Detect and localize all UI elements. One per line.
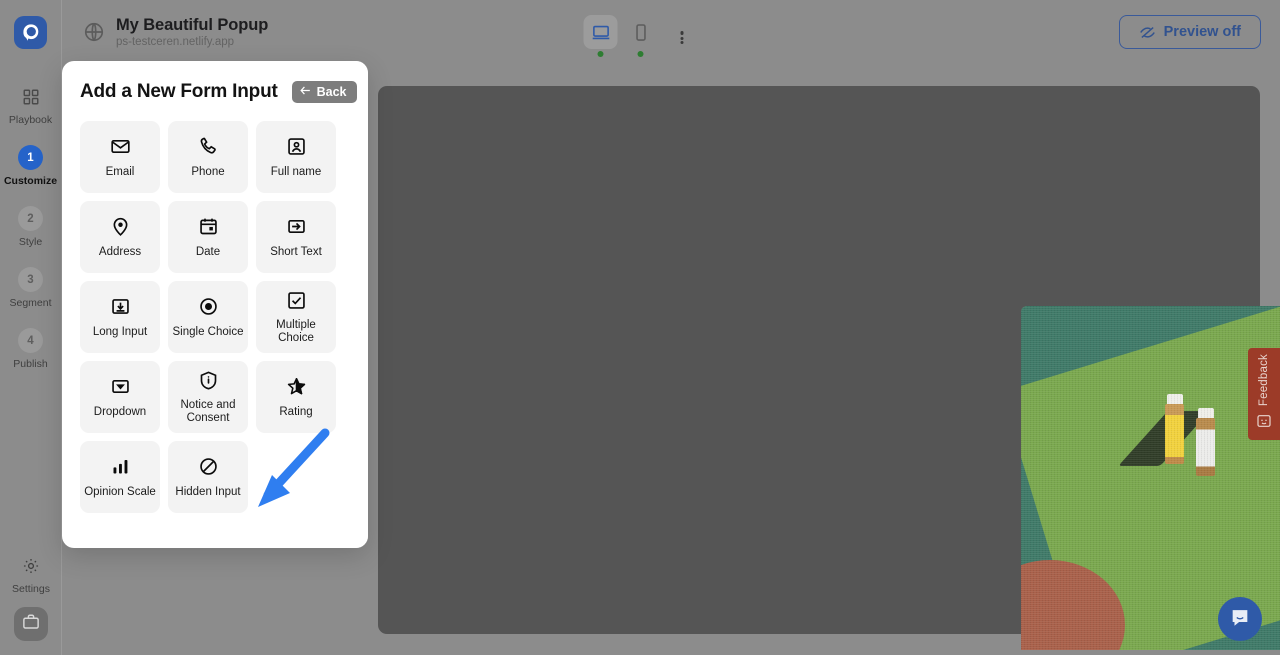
sidebar-step-badge: 2 bbox=[18, 206, 43, 231]
user-card-icon bbox=[286, 136, 307, 158]
card-label: Phone bbox=[191, 166, 224, 179]
form-input-hidden-input[interactable]: Hidden Input bbox=[168, 441, 248, 513]
form-input-long-input[interactable]: Long Input bbox=[80, 281, 160, 353]
add-form-input-modal: Add a New Form Input Back Email bbox=[62, 61, 368, 548]
checkbox-checked-icon bbox=[286, 289, 307, 311]
bar-chart-icon bbox=[110, 456, 131, 478]
phone-icon bbox=[198, 136, 219, 158]
site-url: ps-testceren.netlify.app bbox=[116, 36, 268, 48]
card-label: Full name bbox=[271, 166, 322, 179]
feedback-tab[interactable]: Feedback bbox=[1248, 348, 1280, 440]
device-mobile-button[interactable] bbox=[624, 15, 658, 49]
envelope-icon bbox=[110, 136, 131, 158]
shield-info-icon bbox=[198, 369, 219, 391]
top-bar: My Beautiful Popup ps-testceren.netlify.… bbox=[0, 0, 1280, 64]
sidebar-item-publish[interactable]: 4 Publish bbox=[0, 328, 62, 370]
card-label: Opinion Scale bbox=[84, 486, 156, 499]
sidebar-item-label: Playbook bbox=[9, 114, 52, 126]
card-label: Address bbox=[99, 246, 141, 259]
preview-toggle-button[interactable]: Preview off bbox=[1119, 15, 1261, 49]
workspace-button[interactable] bbox=[14, 607, 48, 641]
back-button[interactable]: Back bbox=[292, 81, 357, 103]
card-label: Long Input bbox=[93, 326, 147, 339]
form-input-opinion-scale[interactable]: Opinion Scale bbox=[80, 441, 160, 513]
sidebar-footer: Settings bbox=[0, 553, 62, 641]
sidebar-item-label: Settings bbox=[12, 583, 50, 595]
grid-playbook-icon bbox=[18, 84, 43, 109]
popupsmart-logo-icon bbox=[14, 16, 47, 49]
form-input-grid: Email Phone Full name bbox=[62, 103, 368, 513]
form-input-full-name[interactable]: Full name bbox=[256, 121, 336, 193]
slash-circle-icon bbox=[198, 456, 219, 478]
form-input-short-text[interactable]: Short Text bbox=[256, 201, 336, 273]
sidebar-item-customize[interactable]: 1 Customize bbox=[0, 145, 62, 187]
briefcase-icon bbox=[22, 613, 40, 636]
modal-header: Add a New Form Input Back bbox=[62, 61, 368, 103]
app-root: My Beautiful Popup ps-testceren.netlify.… bbox=[0, 0, 1280, 655]
device-desktop-button[interactable] bbox=[584, 15, 618, 49]
arrow-left-icon bbox=[299, 84, 312, 100]
eye-off-icon bbox=[1139, 24, 1156, 41]
form-input-dropdown[interactable]: Dropdown bbox=[80, 361, 160, 433]
sidebar-step-badge: 3 bbox=[18, 267, 43, 292]
more-vertical-icon[interactable] bbox=[667, 15, 697, 49]
form-input-address[interactable]: Address bbox=[80, 201, 160, 273]
device-preview-toggle bbox=[584, 15, 697, 49]
desktop-status-dot bbox=[598, 51, 604, 57]
globe-icon bbox=[83, 21, 105, 43]
card-label: Short Text bbox=[270, 246, 322, 259]
card-label: Date bbox=[196, 246, 220, 259]
gear-icon bbox=[19, 553, 44, 578]
arrow-into-box-icon bbox=[286, 216, 307, 238]
card-label: Hidden Input bbox=[175, 486, 240, 499]
sidebar-item-playbook[interactable]: Playbook bbox=[0, 84, 62, 126]
sidebar-item-segment[interactable]: 3 Segment bbox=[0, 267, 62, 309]
site-info: My Beautiful Popup ps-testceren.netlify.… bbox=[83, 16, 268, 48]
smiley-face-icon bbox=[1256, 413, 1272, 434]
card-label: Multiple Choice bbox=[260, 319, 332, 345]
card-label: Dropdown bbox=[94, 406, 146, 419]
card-label: Single Choice bbox=[173, 326, 244, 339]
map-pin-icon bbox=[110, 216, 131, 238]
app-logo[interactable] bbox=[0, 0, 62, 64]
page-title: My Beautiful Popup bbox=[116, 16, 268, 35]
sidebar-item-label: Publish bbox=[13, 358, 47, 370]
form-input-phone[interactable]: Phone bbox=[168, 121, 248, 193]
sidebar-item-settings[interactable]: Settings bbox=[0, 553, 62, 595]
left-sidebar: Playbook 1 Customize 2 Style 3 Segment 4… bbox=[0, 64, 62, 655]
form-input-single-choice[interactable]: Single Choice bbox=[168, 281, 248, 353]
form-input-rating[interactable]: Rating bbox=[256, 361, 336, 433]
sidebar-item-label: Style bbox=[19, 236, 42, 248]
form-input-notice-consent[interactable]: Notice and Consent bbox=[168, 361, 248, 433]
calendar-icon bbox=[198, 216, 219, 238]
back-label: Back bbox=[317, 85, 347, 99]
card-label: Email bbox=[106, 166, 135, 179]
mobile-status-dot bbox=[638, 51, 644, 57]
radio-filled-icon bbox=[198, 296, 219, 318]
sidebar-item-label: Customize bbox=[4, 175, 57, 187]
sidebar-item-style[interactable]: 2 Style bbox=[0, 206, 62, 248]
form-input-date[interactable]: Date bbox=[168, 201, 248, 273]
form-input-multiple-choice[interactable]: Multiple Choice bbox=[256, 281, 336, 353]
dropdown-box-icon bbox=[110, 376, 131, 398]
card-label: Notice and Consent bbox=[172, 399, 244, 425]
star-half-icon bbox=[286, 376, 307, 398]
preview-frame: Just Curious... Which type of juice do y… bbox=[378, 86, 1260, 634]
chat-widget-button[interactable] bbox=[1218, 597, 1262, 641]
modal-title: Add a New Form Input bbox=[80, 81, 278, 103]
preview-label: Preview off bbox=[1164, 24, 1241, 40]
sidebar-item-label: Segment bbox=[9, 297, 51, 309]
chat-bubble-icon bbox=[1229, 606, 1251, 633]
feedback-label: Feedback bbox=[1258, 354, 1270, 406]
form-input-email[interactable]: Email bbox=[80, 121, 160, 193]
download-box-icon bbox=[110, 296, 131, 318]
card-label: Rating bbox=[279, 406, 312, 419]
sidebar-step-badge: 4 bbox=[18, 328, 43, 353]
sidebar-step-badge: 1 bbox=[18, 145, 43, 170]
